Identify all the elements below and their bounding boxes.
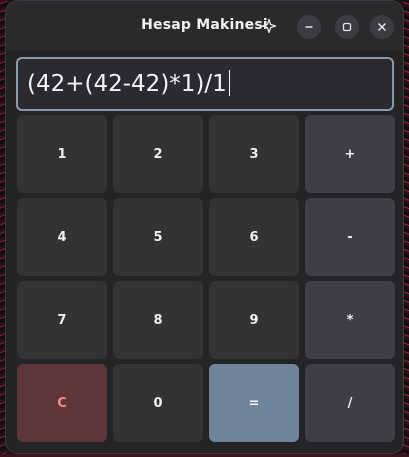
key-7[interactable]: 7: [17, 281, 107, 359]
pin-icon: [261, 18, 277, 34]
calculator-window: Hesap Makinesi (42+(42-42)*1)/1 1 2 3 + …: [6, 1, 403, 453]
expression-text: (42+(42-42)*1)/1: [27, 71, 227, 97]
minimize-button[interactable]: [297, 15, 321, 39]
key-equals[interactable]: =: [209, 364, 299, 442]
expression-display[interactable]: (42+(42-42)*1)/1: [16, 57, 394, 111]
key-multiply[interactable]: *: [305, 281, 395, 359]
close-icon: [378, 23, 386, 31]
maximize-icon: [342, 22, 352, 32]
key-3[interactable]: 3: [209, 115, 299, 193]
close-button[interactable]: [370, 15, 394, 39]
key-0[interactable]: 0: [113, 364, 203, 442]
key-6[interactable]: 6: [209, 198, 299, 276]
key-4[interactable]: 4: [17, 198, 107, 276]
key-1[interactable]: 1: [17, 115, 107, 193]
text-caret: [228, 70, 230, 96]
key-5[interactable]: 5: [113, 198, 203, 276]
key-2[interactable]: 2: [113, 115, 203, 193]
pin-button[interactable]: [258, 15, 280, 37]
key-minus[interactable]: -: [305, 198, 395, 276]
maximize-button[interactable]: [335, 15, 359, 39]
key-9[interactable]: 9: [209, 281, 299, 359]
desktop-wallpaper-right: [403, 0, 409, 457]
expression-text-wrap: (42+(42-42)*1)/1: [27, 70, 230, 97]
key-divide[interactable]: /: [305, 364, 395, 442]
title-bar[interactable]: Hesap Makinesi: [6, 1, 403, 51]
key-clear[interactable]: C: [17, 364, 107, 442]
key-8[interactable]: 8: [113, 281, 203, 359]
minimize-icon: [305, 26, 313, 28]
key-plus[interactable]: +: [305, 115, 395, 193]
